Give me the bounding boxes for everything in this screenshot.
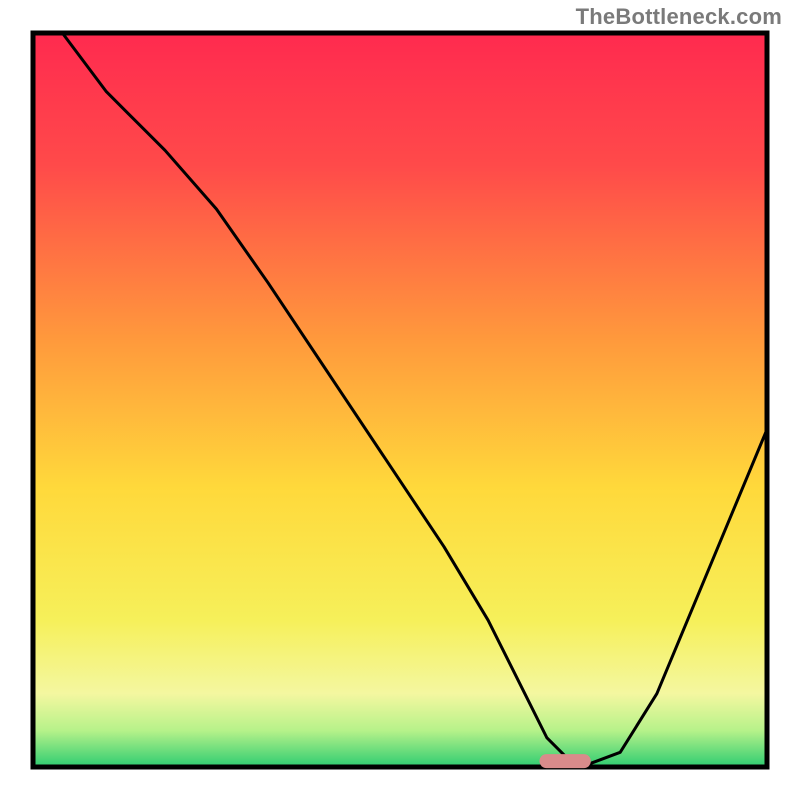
optimal-marker — [539, 754, 590, 768]
plot-background — [33, 33, 767, 767]
bottleneck-chart — [0, 0, 800, 800]
chart-container: TheBottleneck.com — [0, 0, 800, 800]
watermark-text: TheBottleneck.com — [576, 4, 782, 30]
